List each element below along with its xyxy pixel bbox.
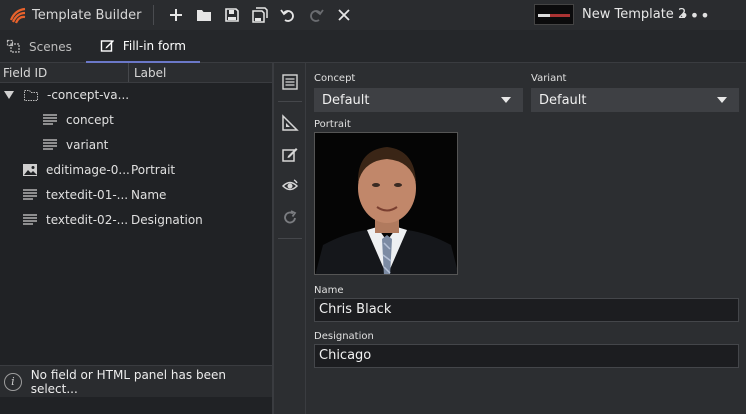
save-button[interactable] bbox=[218, 3, 246, 27]
edit-form-icon bbox=[100, 40, 114, 52]
edit-icon bbox=[282, 148, 298, 162]
open-button[interactable] bbox=[190, 3, 218, 27]
toolbar-divider bbox=[153, 5, 155, 25]
image-icon bbox=[22, 162, 38, 178]
portrait-photo bbox=[315, 133, 457, 274]
status-message: No field or HTML panel has been select..… bbox=[30, 367, 226, 396]
text-lines-icon bbox=[42, 137, 58, 153]
undo-icon bbox=[280, 9, 295, 22]
redo-button[interactable] bbox=[302, 3, 330, 27]
column-header-field-id[interactable]: Field ID bbox=[0, 63, 129, 82]
name-input[interactable]: Chris Black bbox=[314, 298, 739, 322]
tree-row-field-id: concept bbox=[66, 113, 114, 127]
designation-input[interactable]: Chicago bbox=[314, 344, 739, 368]
text-lines-icon bbox=[22, 187, 38, 203]
layout-ruler-button[interactable] bbox=[279, 112, 301, 134]
variant-select[interactable]: Default bbox=[531, 88, 739, 112]
close-button[interactable] bbox=[330, 3, 358, 27]
concept-select[interactable]: Default bbox=[314, 88, 523, 112]
fill-in-form: Concept Default Variant Default Portrait… bbox=[307, 63, 746, 414]
save-icon bbox=[225, 8, 240, 22]
save-as-button[interactable] bbox=[246, 3, 274, 27]
scenes-icon bbox=[6, 39, 20, 53]
tree-row-textedit-02[interactable]: textedit-02-... Designation bbox=[22, 209, 272, 231]
tab-fill-in-form[interactable]: Fill-in form bbox=[85, 30, 200, 63]
form-view-button[interactable] bbox=[279, 71, 301, 93]
template-name: New Template 2 bbox=[582, 7, 687, 22]
text-lines-icon bbox=[42, 112, 58, 128]
text-lines-icon bbox=[22, 212, 38, 228]
open-folder-icon bbox=[197, 10, 212, 21]
tree-row-label: Designation bbox=[131, 213, 203, 227]
portrait-image[interactable] bbox=[314, 132, 458, 275]
eye-refresh-icon bbox=[281, 179, 299, 191]
set-square-icon bbox=[282, 114, 299, 131]
side-toolbar-divider bbox=[278, 238, 302, 239]
designation-label: Designation bbox=[314, 331, 374, 342]
add-button[interactable] bbox=[162, 3, 190, 27]
save-as-icon bbox=[252, 7, 269, 23]
close-icon bbox=[338, 9, 351, 21]
thumbnail-graphic-highlight bbox=[538, 14, 550, 17]
undo-button[interactable] bbox=[274, 3, 302, 27]
variant-label: Variant bbox=[531, 73, 567, 84]
tree-row-field-id: -concept-va... bbox=[47, 88, 130, 102]
more-options-button[interactable]: ••• bbox=[679, 5, 709, 25]
tree-column-headers: Field ID Label bbox=[0, 63, 272, 83]
tab-fill-in-form-label: Fill-in form bbox=[122, 38, 186, 53]
tree-row-field-id: textedit-01-... bbox=[46, 188, 129, 202]
app-logo-icon bbox=[9, 7, 26, 24]
form-document-icon bbox=[282, 74, 298, 90]
chevron-down-icon bbox=[501, 97, 511, 103]
tree-row-field-id: textedit-02-... bbox=[46, 213, 129, 227]
tree-row-concept[interactable]: concept bbox=[42, 109, 114, 131]
preview-button[interactable] bbox=[279, 175, 301, 197]
concept-label: Concept bbox=[314, 73, 356, 84]
tree-row-field-id: variant bbox=[66, 138, 109, 152]
tree-row-textedit-01[interactable]: textedit-01-... Name bbox=[22, 184, 272, 206]
info-icon: i bbox=[4, 372, 22, 391]
column-header-label[interactable]: Label bbox=[129, 63, 166, 82]
chevron-down-icon bbox=[717, 97, 727, 103]
tree-row-variant[interactable]: variant bbox=[42, 134, 108, 156]
tree-row-label: Portrait bbox=[131, 163, 176, 177]
variant-value: Default bbox=[539, 92, 587, 108]
side-toolbar-divider bbox=[278, 101, 302, 102]
add-icon bbox=[170, 9, 183, 21]
tab-scenes-label: Scenes bbox=[29, 39, 72, 54]
folder-icon bbox=[23, 87, 39, 103]
status-bar: i No field or HTML panel has been select… bbox=[0, 365, 272, 397]
concept-value: Default bbox=[322, 92, 370, 108]
tree-row-editimage[interactable]: editimage-0... Portrait bbox=[22, 159, 272, 181]
tab-bar: Scenes Fill-in form bbox=[0, 30, 746, 63]
app-title: Template Builder bbox=[32, 7, 142, 23]
portrait-label: Portrait bbox=[314, 119, 351, 130]
tab-scenes[interactable]: Scenes bbox=[0, 30, 86, 63]
edit-field-button[interactable] bbox=[279, 144, 301, 166]
name-label: Name bbox=[314, 285, 344, 296]
expand-arrow-icon[interactable] bbox=[3, 89, 15, 101]
redo-icon bbox=[310, 9, 325, 22]
form-side-toolbar bbox=[274, 63, 306, 414]
tree-row-concept-variant-group[interactable]: -concept-va... bbox=[3, 84, 129, 106]
template-thumbnail[interactable] bbox=[534, 4, 574, 25]
tree-row-field-id: editimage-0... bbox=[46, 163, 130, 177]
field-tree-panel: Field ID Label -concept-va... concept va… bbox=[0, 63, 272, 414]
refresh-button[interactable] bbox=[279, 207, 301, 229]
tree-row-label: Name bbox=[131, 188, 167, 202]
refresh-icon bbox=[284, 210, 297, 224]
